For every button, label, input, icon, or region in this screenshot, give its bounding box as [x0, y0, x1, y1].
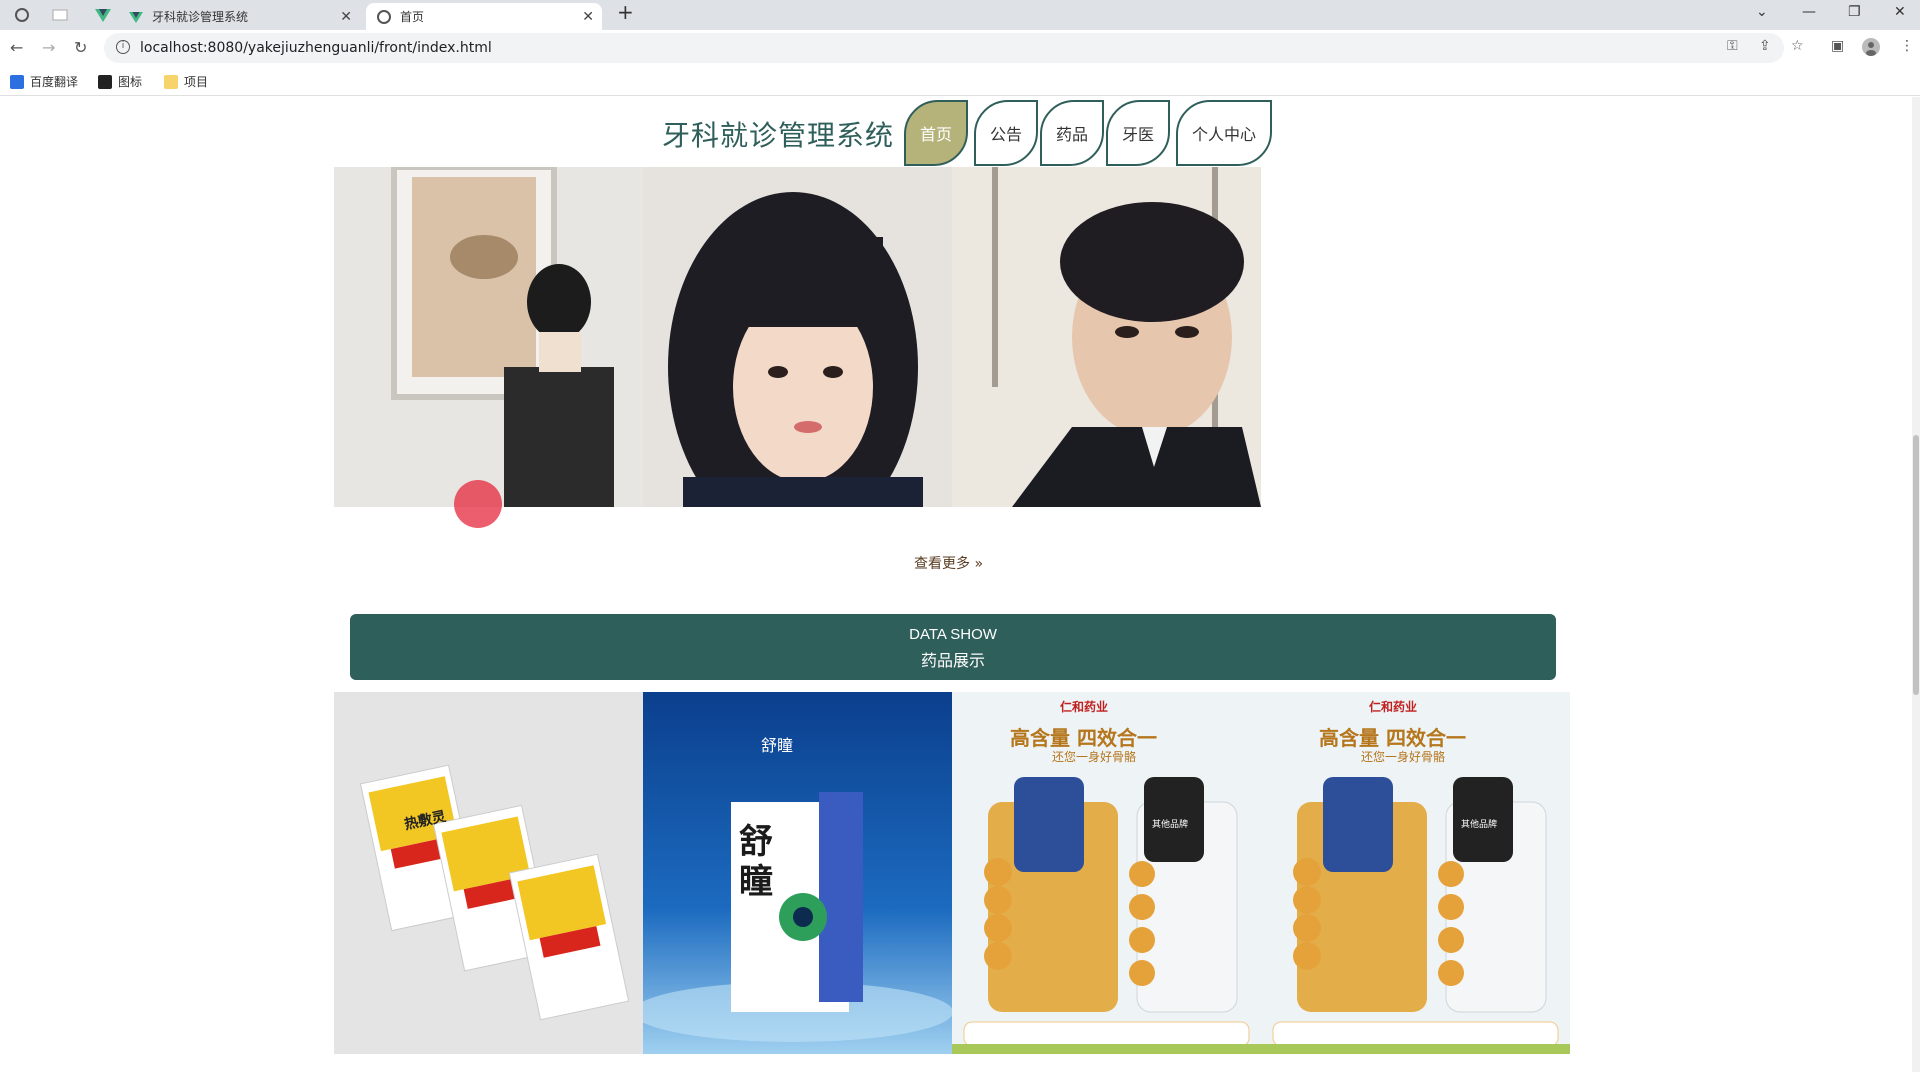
double-chevron-right-icon: » — [974, 556, 984, 572]
banner-photo[interactable] — [952, 167, 1261, 507]
chevron-down-icon[interactable]: ⌄ — [1756, 4, 1768, 20]
bookmarks-bar: 百度翻译 图标 项目 — [0, 66, 1920, 96]
tab-label: 牙科就诊管理系统 — [152, 10, 249, 24]
product-compare-label: 其他品牌 — [1461, 820, 1498, 830]
reload-icon[interactable]: ↻ — [74, 38, 87, 57]
page-scrollbar[interactable] — [1912, 97, 1920, 1072]
product-brand: 仁和药业 — [1369, 700, 1418, 714]
site-title: 牙科就诊管理系统 — [662, 119, 895, 152]
product-headline: 高含量 四效合一 — [1319, 726, 1466, 750]
bookmark-translate[interactable]: 百度翻译 — [10, 73, 78, 90]
address-bar: ← → ↻ i localhost:8080/yakejiuzhenguanli… — [0, 30, 1920, 66]
product-subtitle: 还您一身好骨骼 — [1052, 750, 1137, 764]
blank-tab-icon[interactable] — [50, 5, 70, 25]
product-name: 舒瞳 — [739, 822, 773, 902]
close-icon[interactable]: ✕ — [582, 9, 594, 25]
nav-profile[interactable]: 个人中心 — [1176, 100, 1272, 166]
nav-medicine[interactable]: 药品 — [1040, 100, 1104, 166]
restore-icon[interactable]: ❐ — [1848, 4, 1861, 20]
tab-label: 首页 — [400, 10, 425, 24]
share-icon[interactable]: ⇪ — [1759, 38, 1771, 54]
product-card[interactable]: 热敷灵 — [334, 692, 643, 1054]
product-brand: 舒瞳 — [761, 736, 794, 755]
bookmark-label: 项目 — [184, 75, 209, 89]
folder-icon — [164, 74, 178, 89]
view-more-link[interactable]: 查看更多 » — [914, 553, 983, 573]
product-card[interactable]: 舒瞳 舒瞳 — [643, 692, 952, 1054]
banner-photo[interactable] — [643, 167, 952, 507]
menu-icon[interactable]: ⋮ — [1900, 38, 1914, 54]
forward-icon[interactable]: → — [42, 38, 55, 57]
section-header: DATA SHOW 药品展示 — [350, 614, 1556, 680]
product-card[interactable]: 仁和药业 高含量 四效合一 还您一身好骨骼 其他品牌 — [1261, 692, 1570, 1054]
image-icon — [98, 74, 112, 89]
globe-icon — [377, 9, 391, 24]
product-subtitle: 还您一身好骨骼 — [1361, 750, 1446, 764]
nav-notice[interactable]: 公告 — [974, 100, 1038, 166]
banner-photo[interactable] — [334, 167, 643, 507]
section-title-zh: 药品展示 — [920, 651, 985, 670]
nav-dentist[interactable]: 牙医 — [1106, 100, 1170, 166]
product-compare-label: 其他品牌 — [1152, 820, 1189, 830]
key-icon[interactable]: ⚿ — [1727, 38, 1738, 54]
profile-icon[interactable] — [1862, 38, 1880, 60]
bookmark-icons[interactable]: 图标 — [98, 73, 142, 90]
product-card[interactable]: 仁和药业 高含量 四效合一 还您一身好骨骼 其他品牌 — [952, 692, 1261, 1054]
scrollbar-thumb[interactable] — [1913, 435, 1919, 695]
banner-carousel[interactable] — [334, 167, 1262, 507]
star-icon[interactable]: ☆ — [1791, 38, 1804, 54]
omnibox[interactable]: i localhost:8080/yakejiuzhenguanli/front… — [104, 33, 1784, 63]
info-icon[interactable]: i — [116, 40, 130, 54]
bookmark-label: 百度翻译 — [30, 75, 79, 89]
bookmark-label: 图标 — [118, 75, 143, 89]
minimize-icon[interactable]: — — [1802, 4, 1816, 20]
globe-icon[interactable] — [12, 5, 32, 25]
product-grid: 热敷灵 舒瞳 舒瞳 仁和药业 高含量 四效合一 还您一身好骨骼 其他品牌 仁和药… — [334, 692, 1572, 1054]
translate-icon — [10, 74, 24, 89]
new-tab-icon[interactable]: + — [617, 0, 634, 24]
url-text[interactable]: localhost:8080/yakejiuzhenguanli/front/i… — [140, 40, 492, 56]
bookmark-project[interactable]: 项目 — [164, 73, 208, 90]
cursor-indicator — [454, 480, 502, 528]
product-headline: 高含量 四效合一 — [1010, 726, 1157, 750]
browser-tab-bar: 牙科就诊管理系统 ✕ 首页 ✕ + ⌄ — ❐ ✕ — [0, 0, 1920, 30]
back-icon[interactable]: ← — [10, 38, 23, 57]
vue-icon[interactable] — [93, 5, 113, 25]
window-close-icon[interactable]: ✕ — [1894, 4, 1906, 20]
vue-icon — [129, 11, 143, 23]
section-title-en: DATA SHOW — [909, 626, 997, 643]
view-more-label: 查看更多 — [914, 556, 970, 572]
tab-home[interactable]: 首页 ✕ — [366, 3, 602, 30]
page-content: 牙科就诊管理系统 首页 公告 药品 牙医 个人中心 查看更多 » DATA SH… — [0, 97, 1912, 1072]
nav-home[interactable]: 首页 — [904, 100, 968, 166]
sidepanel-icon[interactable]: ▣ — [1831, 38, 1844, 54]
product-brand: 仁和药业 — [1060, 700, 1109, 714]
close-icon[interactable]: ✕ — [340, 9, 352, 25]
tab-system[interactable]: 牙科就诊管理系统 ✕ — [128, 3, 360, 30]
